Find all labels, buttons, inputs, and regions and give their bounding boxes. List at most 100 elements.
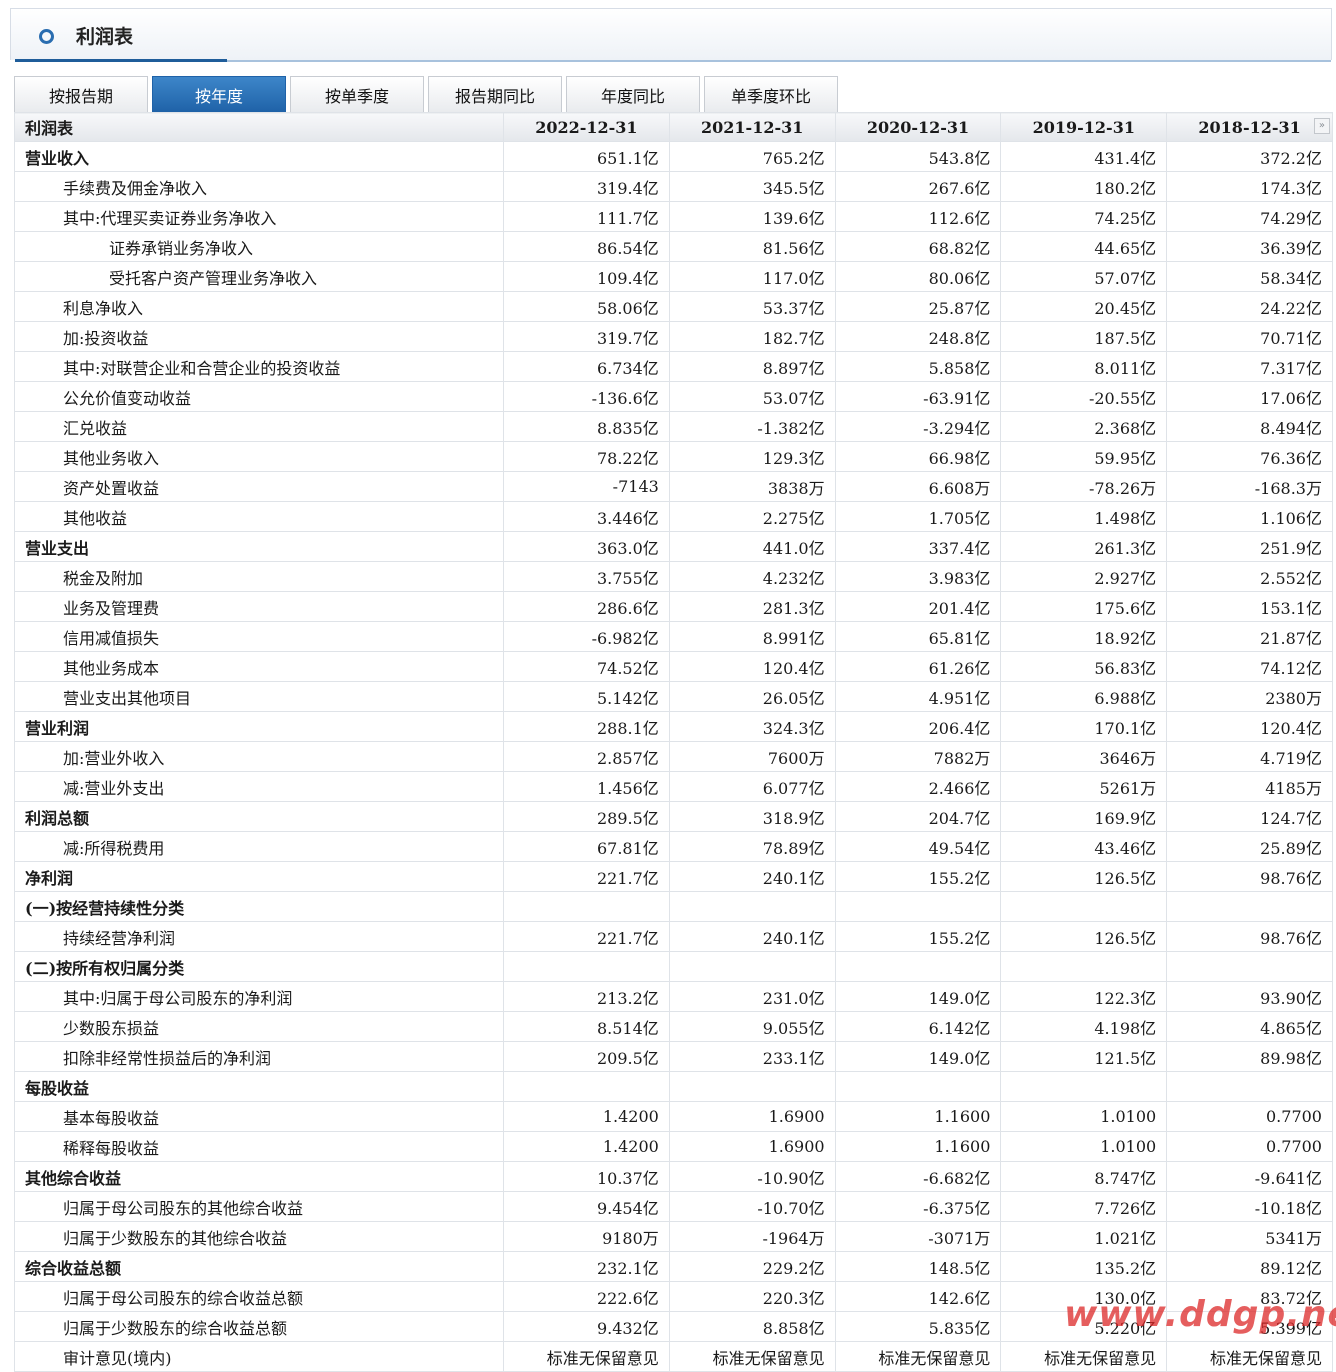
row-value: 9.055亿 [668,1011,836,1042]
row-value: 53.07亿 [668,381,836,412]
row-value: 36.39亿 [1166,231,1333,262]
column-header-3: 2019-12-31 [1000,112,1168,142]
table-row: 受托客户资产管理业务净收入 109.4亿 117.0亿 80.06亿 57.07亿 58.… [14,261,1333,292]
row-value: 6.734亿 [503,351,670,382]
row-value: -63.91亿 [834,381,1002,412]
table-row: 其他收益 3.446亿 2.275亿 1.705亿 1.498亿 1.106亿 [14,501,1333,532]
row-value: 120.4亿 [1166,711,1333,742]
row-label: 加:投资收益 [14,321,504,352]
table-row: 税金及附加 3.755亿 4.232亿 3.983亿 2.927亿 2.552亿 [14,561,1333,592]
row-value: 25.87亿 [834,291,1002,322]
column-header-1: 2021-12-31 [668,112,836,142]
row-label: 持续经营净利润 [14,921,504,952]
row-label: 审计意见(境内) [14,1341,504,1372]
row-value: 0.7700 [1166,1131,1333,1162]
row-value: 9180万 [503,1221,670,1252]
table-row: 归属于少数股东的其他综合收益 9180万 -1964万 -3071万 1.021亿 534… [14,1221,1333,1252]
table-row: 归属于母公司股东的其他综合收益 9.454亿 -10.70亿 -6.375亿 7.726… [14,1191,1333,1222]
row-value: 53.37亿 [668,291,836,322]
table-row: 其中:代理买卖证券业务净收入 111.7亿 139.6亿 112.6亿 74.25亿 74… [14,201,1333,232]
row-value: 337.4亿 [834,531,1002,562]
row-value: 229.2亿 [668,1251,836,1282]
row-value: 65.81亿 [834,621,1002,652]
table-row: 扣除非经常性损益后的净利润 209.5亿 233.1亿 149.0亿 121.5亿 89.… [14,1041,1333,1072]
row-label: (一)按经营持续性分类 [14,891,504,922]
table-row: 证券承销业务净收入 86.54亿 81.56亿 68.82亿 44.65亿 36.39亿 [14,231,1333,262]
table-row: 减:营业外支出 1.456亿 6.077亿 2.466亿 5261万 4185万 [14,771,1333,802]
table-row: 基本每股收益 1.4200 1.6900 1.1600 1.0100 0.7700 [14,1101,1333,1132]
row-value: 289.5亿 [503,801,670,832]
row-value: 8.494亿 [1166,411,1333,442]
row-value: 74.52亿 [503,651,670,682]
row-value: 281.3亿 [668,591,836,622]
row-value: 78.22亿 [503,441,670,472]
row-value: 6.988亿 [1000,681,1168,712]
row-value: 81.56亿 [668,231,836,262]
row-label: 净利润 [14,861,504,892]
row-value: 6.608万 [834,471,1002,502]
row-value: 221.7亿 [503,921,670,952]
row-value: 8.991亿 [668,621,836,652]
row-value: 288.1亿 [503,711,670,742]
tab-3[interactable]: 报告期同比 [428,76,562,112]
row-value: 130.0亿 [1000,1281,1168,1312]
row-value: 43.46亿 [1000,831,1168,862]
row-value: 8.835亿 [503,411,670,442]
row-value: 174.3亿 [1166,171,1333,202]
row-value: 2.552亿 [1166,561,1333,592]
row-value: 8.011亿 [1000,351,1168,382]
row-value [1166,951,1333,982]
table-row: 其他业务收入 78.22亿 129.3亿 66.98亿 59.95亿 76.36亿 [14,441,1333,472]
row-value [1166,891,1333,922]
tab-4[interactable]: 年度同比 [566,76,700,112]
circle-bullet-icon [39,29,54,44]
row-value: 201.4亿 [834,591,1002,622]
scroll-right-icon[interactable]: » [1313,118,1330,134]
row-value [1166,1071,1333,1102]
section-title: 利润表 [76,26,134,48]
row-label: 汇兑收益 [14,411,504,442]
tab-5[interactable]: 单季度环比 [704,76,838,112]
row-value: 5.220亿 [1000,1311,1168,1342]
row-label: 营业利润 [14,711,504,742]
row-value: 7600万 [668,741,836,772]
row-value: 765.2亿 [668,141,836,172]
table-row: 综合收益总额 232.1亿 229.2亿 148.5亿 135.2亿 89.12亿 [14,1251,1333,1282]
row-value: 2380万 [1166,681,1333,712]
row-value: 4.951亿 [834,681,1002,712]
column-date: 2019-12-31 [1032,117,1135,137]
row-value: 1.6900 [668,1101,836,1132]
row-value: 21.87亿 [1166,621,1333,652]
row-value: -3071万 [834,1221,1002,1252]
column-header-2: 2020-12-31 [834,112,1002,142]
row-value [668,891,836,922]
row-value: 76.36亿 [1166,441,1333,472]
row-value: 49.54亿 [834,831,1002,862]
row-value: 标准无保留意见 [503,1341,670,1372]
row-value: 112.6亿 [834,201,1002,232]
tab-2[interactable]: 按单季度 [290,76,424,112]
row-value: 206.4亿 [834,711,1002,742]
row-label: 营业支出其他项目 [14,681,504,712]
row-value: 1.4200 [503,1131,670,1162]
row-value [834,1071,1002,1102]
row-label: 受托客户资产管理业务净收入 [14,261,504,292]
row-label: 每股收益 [14,1071,504,1102]
row-value: 5.858亿 [834,351,1002,382]
row-value: 58.06亿 [503,291,670,322]
tab-1[interactable]: 按年度 [152,76,286,112]
row-value: 221.7亿 [503,861,670,892]
row-value: 25.89亿 [1166,831,1333,862]
row-value: 17.06亿 [1166,381,1333,412]
table-row: (二)按所有权归属分类 [14,951,1333,982]
table-row: 营业支出 363.0亿 441.0亿 337.4亿 261.3亿 251.9亿 [14,531,1333,562]
table-row: 稀释每股收益 1.4200 1.6900 1.1600 1.0100 0.7700 [14,1131,1333,1162]
table-row: 加:投资收益 319.7亿 182.7亿 248.8亿 187.5亿 70.71亿 [14,321,1333,352]
row-value: 148.5亿 [834,1251,1002,1282]
tab-0[interactable]: 按报告期 [14,76,148,112]
row-value: 651.1亿 [503,141,670,172]
row-value: 89.98亿 [1166,1041,1333,1072]
row-value: 24.22亿 [1166,291,1333,322]
row-value: 61.26亿 [834,651,1002,682]
row-value: 67.81亿 [503,831,670,862]
